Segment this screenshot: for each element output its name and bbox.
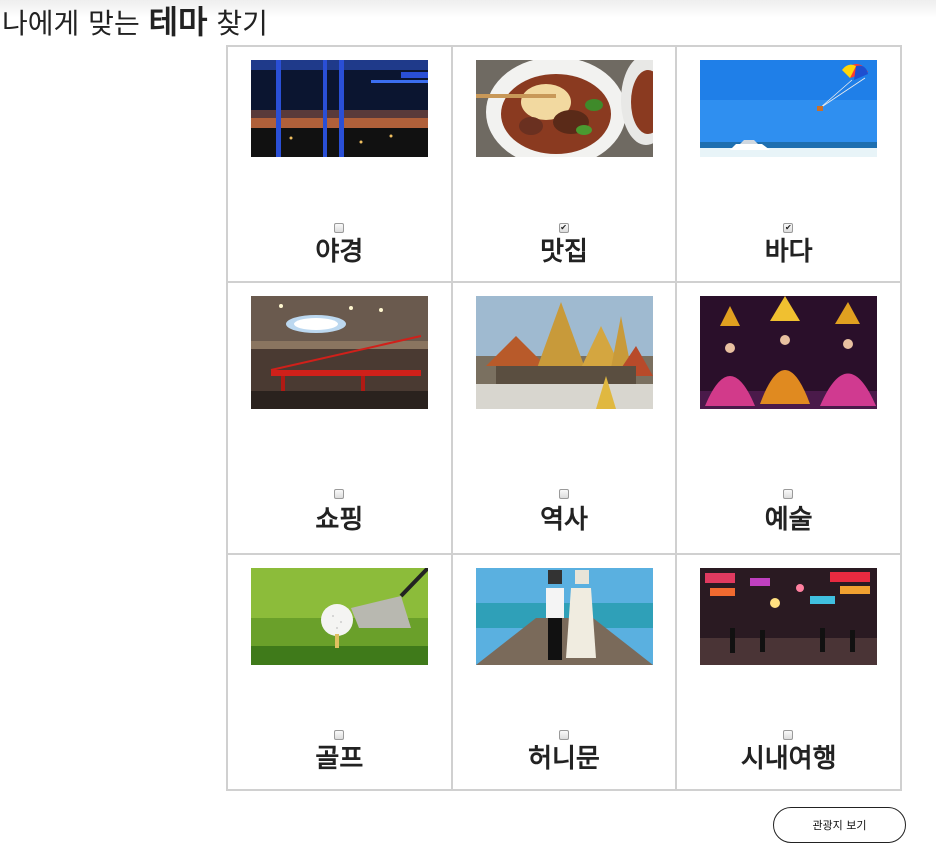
temple-photo (475, 296, 653, 409)
theme-cell-city-tour[interactable]: 시내여행 (675, 553, 902, 791)
page-title-prefix: 나에게 맞는 (2, 7, 149, 40)
theme-cell-restaurants[interactable]: ✔ 맛집 (450, 45, 678, 283)
theme-cell-honeymoon[interactable]: 허니문 (450, 553, 678, 791)
night-view-photo (251, 60, 428, 157)
theme-cell-history[interactable]: 역사 (450, 281, 678, 555)
theme-checkbox[interactable] (558, 489, 569, 499)
page-title: 나에게 맞는 테마 찾기 (2, 2, 268, 44)
page-title-emphasis: 테마 (148, 3, 208, 41)
noodle-soup-photo (475, 60, 653, 157)
theme-cell-shopping[interactable]: 쇼핑 (226, 281, 453, 555)
theme-checkbox-checked[interactable]: ✔ (783, 223, 794, 233)
theme-checkbox[interactable] (783, 730, 794, 740)
honeymoon-pier-photo (475, 568, 653, 665)
theme-label: 야경 (315, 237, 364, 267)
theme-label: 역사 (540, 505, 588, 535)
theme-cell-art[interactable]: 예술 (675, 281, 902, 555)
theme-label: 예술 (764, 505, 813, 535)
theme-checkbox[interactable] (334, 489, 344, 499)
city-street-photo (700, 568, 878, 665)
theme-checkbox[interactable] (783, 489, 794, 499)
theme-cell-golf[interactable]: 골프 (226, 553, 453, 791)
theme-label: 골프 (315, 744, 364, 774)
theme-checkbox[interactable] (334, 223, 344, 233)
theme-checkbox[interactable] (334, 730, 344, 740)
theme-row: 골프 허니문 시내여행 (226, 553, 902, 791)
theme-cell-sea[interactable]: ✔ 바다 (675, 45, 902, 283)
theme-row: 쇼핑 역사 예술 (226, 281, 902, 555)
view-attractions-button[interactable]: 관광지 보기 (773, 807, 906, 843)
theme-label: 허니문 (528, 744, 600, 774)
dance-show-photo (700, 296, 878, 409)
theme-row: 야경 ✔ 맛집 ✔ 바다 (226, 45, 902, 283)
theme-label: 쇼핑 (315, 505, 364, 535)
theme-grid: 야경 ✔ 맛집 ✔ 바다 쇼핑 역사 예술 골프 허니문 시내여행 (226, 45, 902, 791)
page-title-suffix: 찾기 (207, 7, 268, 40)
theme-checkbox[interactable] (558, 730, 569, 740)
golf-ball-photo (251, 568, 428, 665)
shopping-mall-photo (251, 296, 428, 409)
theme-checkbox-checked[interactable]: ✔ (558, 223, 569, 233)
theme-cell-night-view[interactable]: 야경 (226, 45, 453, 283)
theme-label: 맛집 (540, 237, 588, 267)
parasailing-sea-photo (700, 60, 878, 157)
theme-label: 바다 (764, 237, 813, 267)
theme-label: 시내여행 (740, 744, 837, 774)
